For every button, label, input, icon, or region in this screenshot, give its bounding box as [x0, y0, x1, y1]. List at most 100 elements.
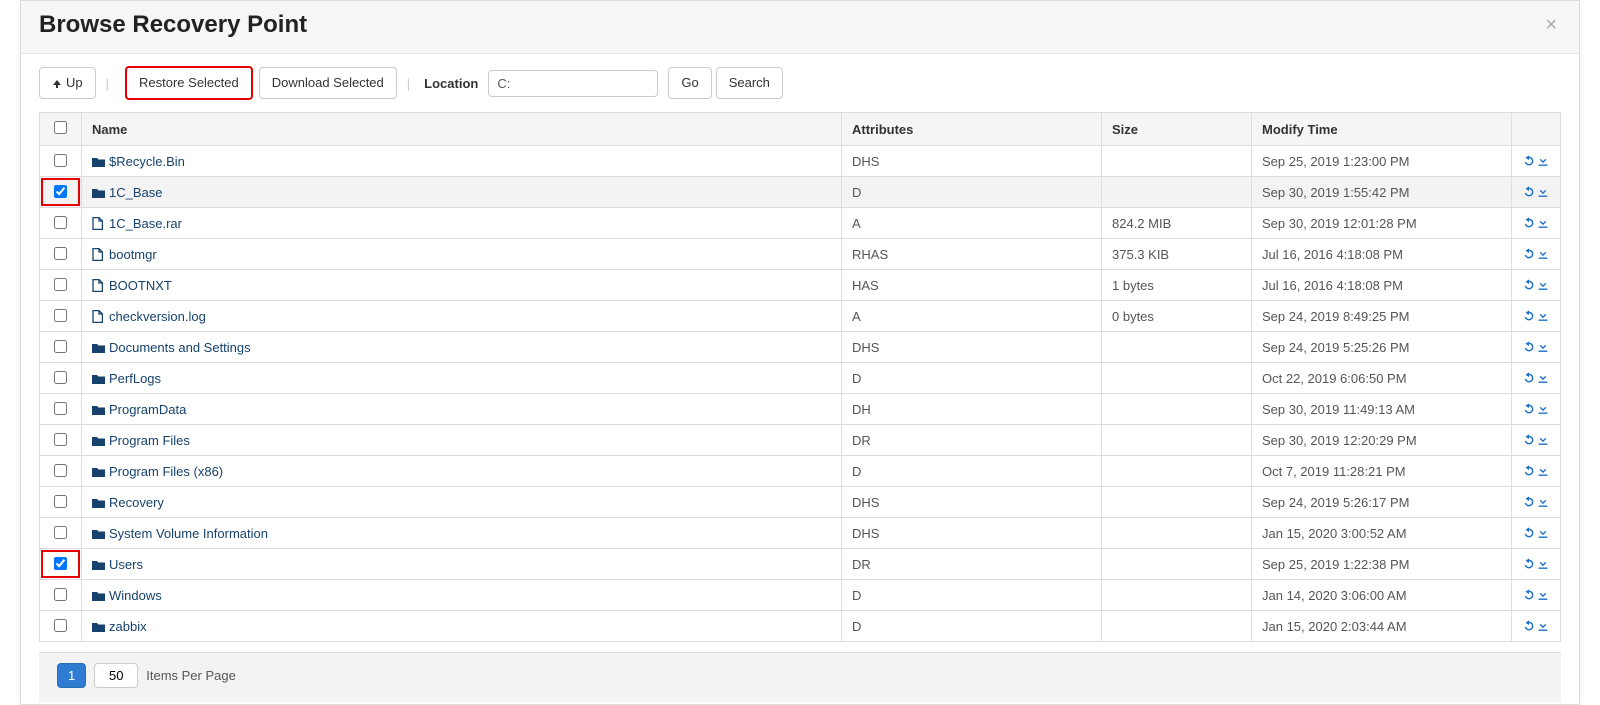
header-size[interactable]: Size — [1102, 113, 1252, 146]
restore-icon[interactable] — [1522, 495, 1536, 510]
row-actions — [1512, 456, 1561, 487]
download-icon[interactable] — [1536, 619, 1550, 634]
header-modify-time[interactable]: Modify Time — [1252, 113, 1512, 146]
row-name-link[interactable]: Recovery — [92, 495, 164, 510]
restore-icon[interactable] — [1522, 216, 1536, 231]
row-name-link[interactable]: PerfLogs — [92, 371, 161, 386]
row-name-link[interactable]: System Volume Information — [92, 526, 268, 541]
row-checkbox[interactable] — [54, 464, 67, 477]
row-name-link[interactable]: Windows — [92, 588, 162, 603]
row-checkbox[interactable] — [54, 216, 67, 229]
restore-icon[interactable] — [1522, 464, 1536, 479]
restore-icon[interactable] — [1522, 340, 1536, 355]
restore-icon[interactable] — [1522, 619, 1536, 634]
row-name-link[interactable]: 1C_Base — [92, 185, 162, 200]
row-name-link[interactable]: bootmgr — [92, 247, 157, 262]
table-row: System Volume InformationDHSJan 15, 2020… — [40, 518, 1561, 549]
row-checkbox[interactable] — [54, 588, 67, 601]
header-name[interactable]: Name — [82, 113, 842, 146]
download-icon[interactable] — [1536, 216, 1550, 231]
close-button[interactable]: × — [1541, 14, 1561, 37]
download-icon[interactable] — [1536, 278, 1550, 293]
header-attributes[interactable]: Attributes — [842, 113, 1102, 146]
row-name-link[interactable]: zabbix — [92, 619, 147, 634]
restore-icon[interactable] — [1522, 526, 1536, 541]
restore-icon[interactable] — [1522, 402, 1536, 417]
download-icon[interactable] — [1536, 154, 1550, 169]
restore-icon[interactable] — [1522, 433, 1536, 448]
row-checkbox[interactable] — [54, 278, 67, 291]
table-row: Program FilesDRSep 30, 2019 12:20:29 PM — [40, 425, 1561, 456]
download-icon[interactable] — [1536, 526, 1550, 541]
row-size — [1102, 332, 1252, 363]
row-modify-time: Sep 25, 2019 1:22:38 PM — [1252, 549, 1512, 580]
items-per-page-input[interactable] — [94, 663, 138, 688]
row-checkbox[interactable] — [54, 402, 67, 415]
row-name-link[interactable]: $Recycle.Bin — [92, 154, 185, 169]
download-icon[interactable] — [1536, 309, 1550, 324]
row-checkbox[interactable] — [54, 557, 67, 570]
download-icon[interactable] — [1536, 340, 1550, 355]
select-all-checkbox[interactable] — [54, 121, 67, 134]
restore-icon[interactable] — [1522, 557, 1536, 572]
row-attributes: RHAS — [842, 239, 1102, 270]
row-name-link[interactable]: Program Files — [92, 433, 190, 448]
download-icon[interactable] — [1536, 371, 1550, 386]
row-name-link[interactable]: ProgramData — [92, 402, 186, 417]
download-icon[interactable] — [1536, 185, 1550, 200]
row-name-link[interactable]: Users — [92, 557, 143, 572]
download-icon[interactable] — [1536, 557, 1550, 572]
row-modify-time: Jan 15, 2020 3:00:52 AM — [1252, 518, 1512, 549]
restore-icon[interactable] — [1522, 588, 1536, 603]
row-name-link[interactable]: Documents and Settings — [92, 340, 251, 355]
file-icon — [92, 247, 106, 262]
restore-icon[interactable] — [1522, 371, 1536, 386]
location-input[interactable] — [488, 70, 658, 97]
row-modify-time: Jan 15, 2020 2:03:44 AM — [1252, 611, 1512, 642]
row-checkbox[interactable] — [54, 185, 67, 198]
restore-selected-button[interactable]: Restore Selected — [125, 66, 253, 100]
row-checkbox-cell — [40, 611, 82, 642]
folder-icon — [92, 619, 106, 634]
row-modify-time: Oct 7, 2019 11:28:21 PM — [1252, 456, 1512, 487]
row-name-link[interactable]: 1C_Base.rar — [92, 216, 182, 231]
row-checkbox[interactable] — [54, 433, 67, 446]
download-icon[interactable] — [1536, 433, 1550, 448]
download-icon[interactable] — [1536, 402, 1550, 417]
toolbar: Up | Restore Selected Download Selected … — [21, 54, 1579, 112]
row-checkbox[interactable] — [54, 340, 67, 353]
row-checkbox[interactable] — [54, 247, 67, 260]
row-size: 375.3 KIB — [1102, 239, 1252, 270]
row-checkbox[interactable] — [54, 309, 67, 322]
row-name-cell: zabbix — [82, 611, 842, 642]
row-checkbox[interactable] — [54, 619, 67, 632]
restore-icon[interactable] — [1522, 154, 1536, 169]
row-name-link[interactable]: Program Files (x86) — [92, 464, 223, 479]
table-row: ProgramDataDHSep 30, 2019 11:49:13 AM — [40, 394, 1561, 425]
row-checkbox[interactable] — [54, 526, 67, 539]
download-icon[interactable] — [1536, 588, 1550, 603]
restore-icon[interactable] — [1522, 278, 1536, 293]
restore-icon[interactable] — [1522, 309, 1536, 324]
download-icon[interactable] — [1536, 247, 1550, 262]
row-name-link[interactable]: BOOTNXT — [92, 278, 172, 293]
restore-icon[interactable] — [1522, 185, 1536, 200]
download-selected-button[interactable]: Download Selected — [259, 67, 397, 99]
download-icon[interactable] — [1536, 464, 1550, 479]
row-checkbox[interactable] — [54, 495, 67, 508]
search-button[interactable]: Search — [716, 67, 783, 99]
row-modify-time: Jul 16, 2016 4:18:08 PM — [1252, 270, 1512, 301]
page-number-button[interactable]: 1 — [57, 663, 86, 688]
up-button[interactable]: Up — [39, 67, 96, 99]
row-checkbox[interactable] — [54, 154, 67, 167]
row-attributes: D — [842, 611, 1102, 642]
row-size — [1102, 580, 1252, 611]
go-button[interactable]: Go — [668, 67, 711, 99]
row-size — [1102, 611, 1252, 642]
row-name-link[interactable]: checkversion.log — [92, 309, 206, 324]
row-name-cell: 1C_Base — [82, 177, 842, 208]
row-checkbox[interactable] — [54, 371, 67, 384]
folder-icon — [92, 464, 106, 479]
restore-icon[interactable] — [1522, 247, 1536, 262]
download-icon[interactable] — [1536, 495, 1550, 510]
